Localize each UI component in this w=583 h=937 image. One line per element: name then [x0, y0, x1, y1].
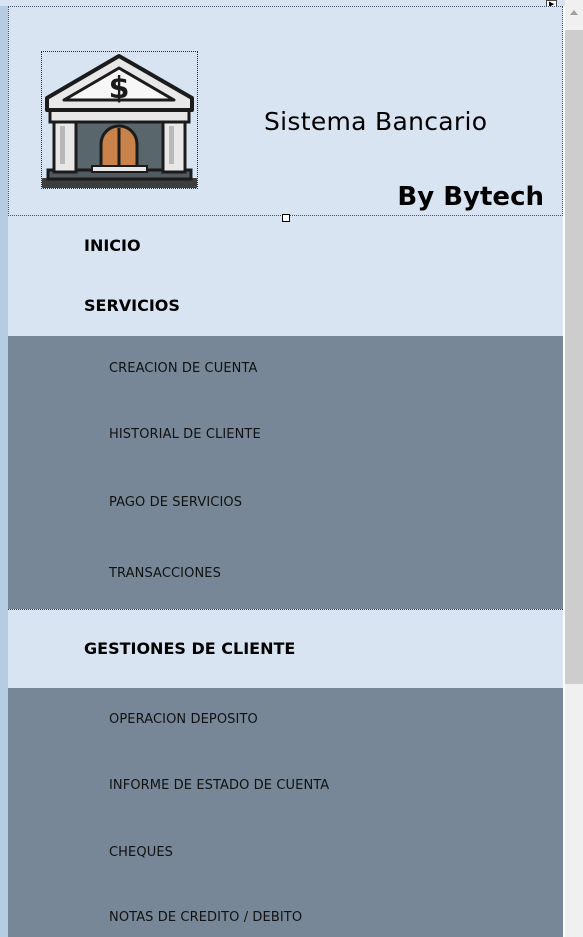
- bank-building-dollar-icon: $: [42, 54, 197, 188]
- submenu-item-creacion-cuenta[interactable]: CREACION DE CUENTA: [109, 361, 258, 376]
- app-title: Sistema Bancario: [264, 107, 488, 136]
- resize-handle[interactable]: [282, 214, 290, 222]
- window-left-edge: [0, 0, 8, 937]
- app-byline: By Bytech: [397, 182, 544, 212]
- submenu-item-pago-servicios[interactable]: PAGO DE SERVICIOS: [109, 495, 242, 510]
- menu-inicio-button[interactable]: INICIO: [84, 236, 141, 255]
- vertical-scrollbar-thumb[interactable]: [565, 30, 583, 684]
- servicios-submenu: CREACION DE CUENTA HISTORIAL DE CLIENTE …: [8, 336, 563, 609]
- submenu-divider: [8, 609, 563, 610]
- submenu-item-informe-estado-cuenta[interactable]: INFORME DE ESTADO DE CUENTA: [109, 778, 329, 793]
- svg-text:$: $: [109, 71, 130, 106]
- menu-servicios-button[interactable]: SERVICIOS: [84, 296, 180, 315]
- submenu-item-operacion-deposito[interactable]: OPERACION DEPOSITO: [109, 712, 258, 727]
- menu-gestiones-cliente-button[interactable]: GESTIONES DE CLIENTE: [84, 639, 295, 658]
- submenu-item-notas-credito-debito[interactable]: NOTAS DE CREDITO / DEBITO: [109, 910, 302, 925]
- submenu-item-cheques[interactable]: CHEQUES: [109, 845, 173, 860]
- submenu-item-transacciones[interactable]: TRANSACCIONES: [109, 566, 221, 581]
- gestiones-submenu: OPERACION DEPOSITO INFORME DE ESTADO DE …: [8, 688, 563, 937]
- scroll-up-arrow-icon[interactable]: [570, 10, 578, 15]
- submenu-item-historial-cliente[interactable]: HISTORIAL DE CLIENTE: [109, 427, 261, 442]
- header-panel: $ Sistema Bancario By Bytech: [8, 6, 563, 216]
- logo-picturebox: $: [41, 51, 198, 189]
